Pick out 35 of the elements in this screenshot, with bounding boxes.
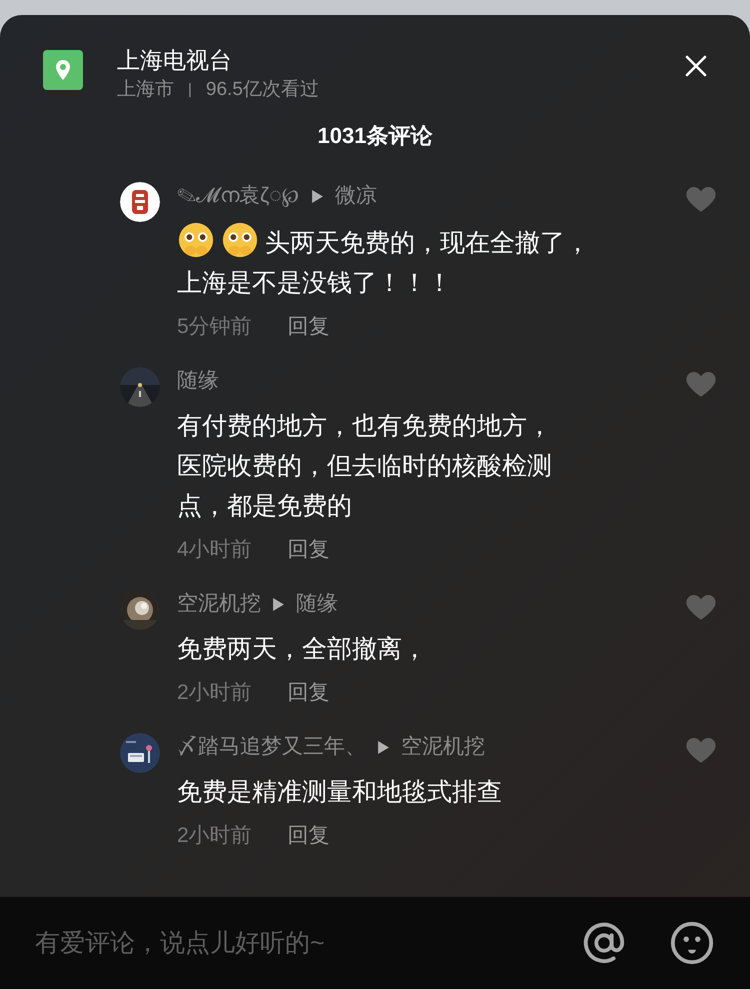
- reply-link[interactable]: 回复: [288, 677, 330, 709]
- smiley-icon: [669, 920, 715, 966]
- comment-input[interactable]: 有爱评论，说点儿好听的~: [0, 897, 580, 989]
- view-count: 96.5亿次看过: [206, 78, 319, 102]
- location-text: 上海市: [117, 78, 174, 102]
- comment-time: 5分钟前: [177, 314, 252, 340]
- pleading-face-icon: [177, 221, 215, 259]
- separator-text: |: [188, 80, 192, 100]
- reply-link[interactable]: 回复: [288, 534, 330, 566]
- comment-text: 免费两天，全部撤离，: [177, 634, 428, 665]
- comment-count: 1031条评论: [318, 122, 432, 150]
- comment-time: 4小时前: [177, 537, 252, 564]
- author-name[interactable]: 空泥机挖: [177, 588, 261, 620]
- location-icon: [43, 50, 83, 90]
- author-name[interactable]: 随缘: [177, 365, 219, 397]
- comment-text: 免费是精准测量和地毯式排查: [177, 777, 503, 808]
- reply-target-name[interactable]: 随缘: [296, 588, 338, 620]
- play-icon: [312, 190, 323, 202]
- at-icon: [581, 920, 627, 966]
- close-icon: [684, 54, 708, 78]
- comment-text: 头两天免费的，现在全撤了， 上海是不是没钱了！！！: [177, 221, 682, 303]
- comment-text: 有付费的地方，也有免费的地方， 医院收费的，但去临时的核酸检测 点，都是免费的: [177, 411, 553, 522]
- pleading-face-icon: [221, 221, 259, 259]
- comment-time: 2小时前: [177, 680, 252, 706]
- emoji-button[interactable]: [668, 919, 716, 967]
- reply-link[interactable]: 回复: [288, 820, 330, 852]
- reply-link[interactable]: 回复: [288, 311, 330, 343]
- reply-target-name[interactable]: 微凉: [334, 180, 377, 212]
- channel-title: 上海电视台: [117, 46, 233, 75]
- author-name[interactable]: ✎𝓜ന袁ζ◌℘: [177, 180, 300, 212]
- reply-target-name[interactable]: 空泥机挖: [401, 731, 485, 763]
- author-name[interactable]: 〆踏马追梦又三年、: [177, 731, 366, 763]
- play-icon: [273, 598, 284, 610]
- comment-time: 2小时前: [177, 823, 252, 850]
- play-icon: [378, 740, 389, 754]
